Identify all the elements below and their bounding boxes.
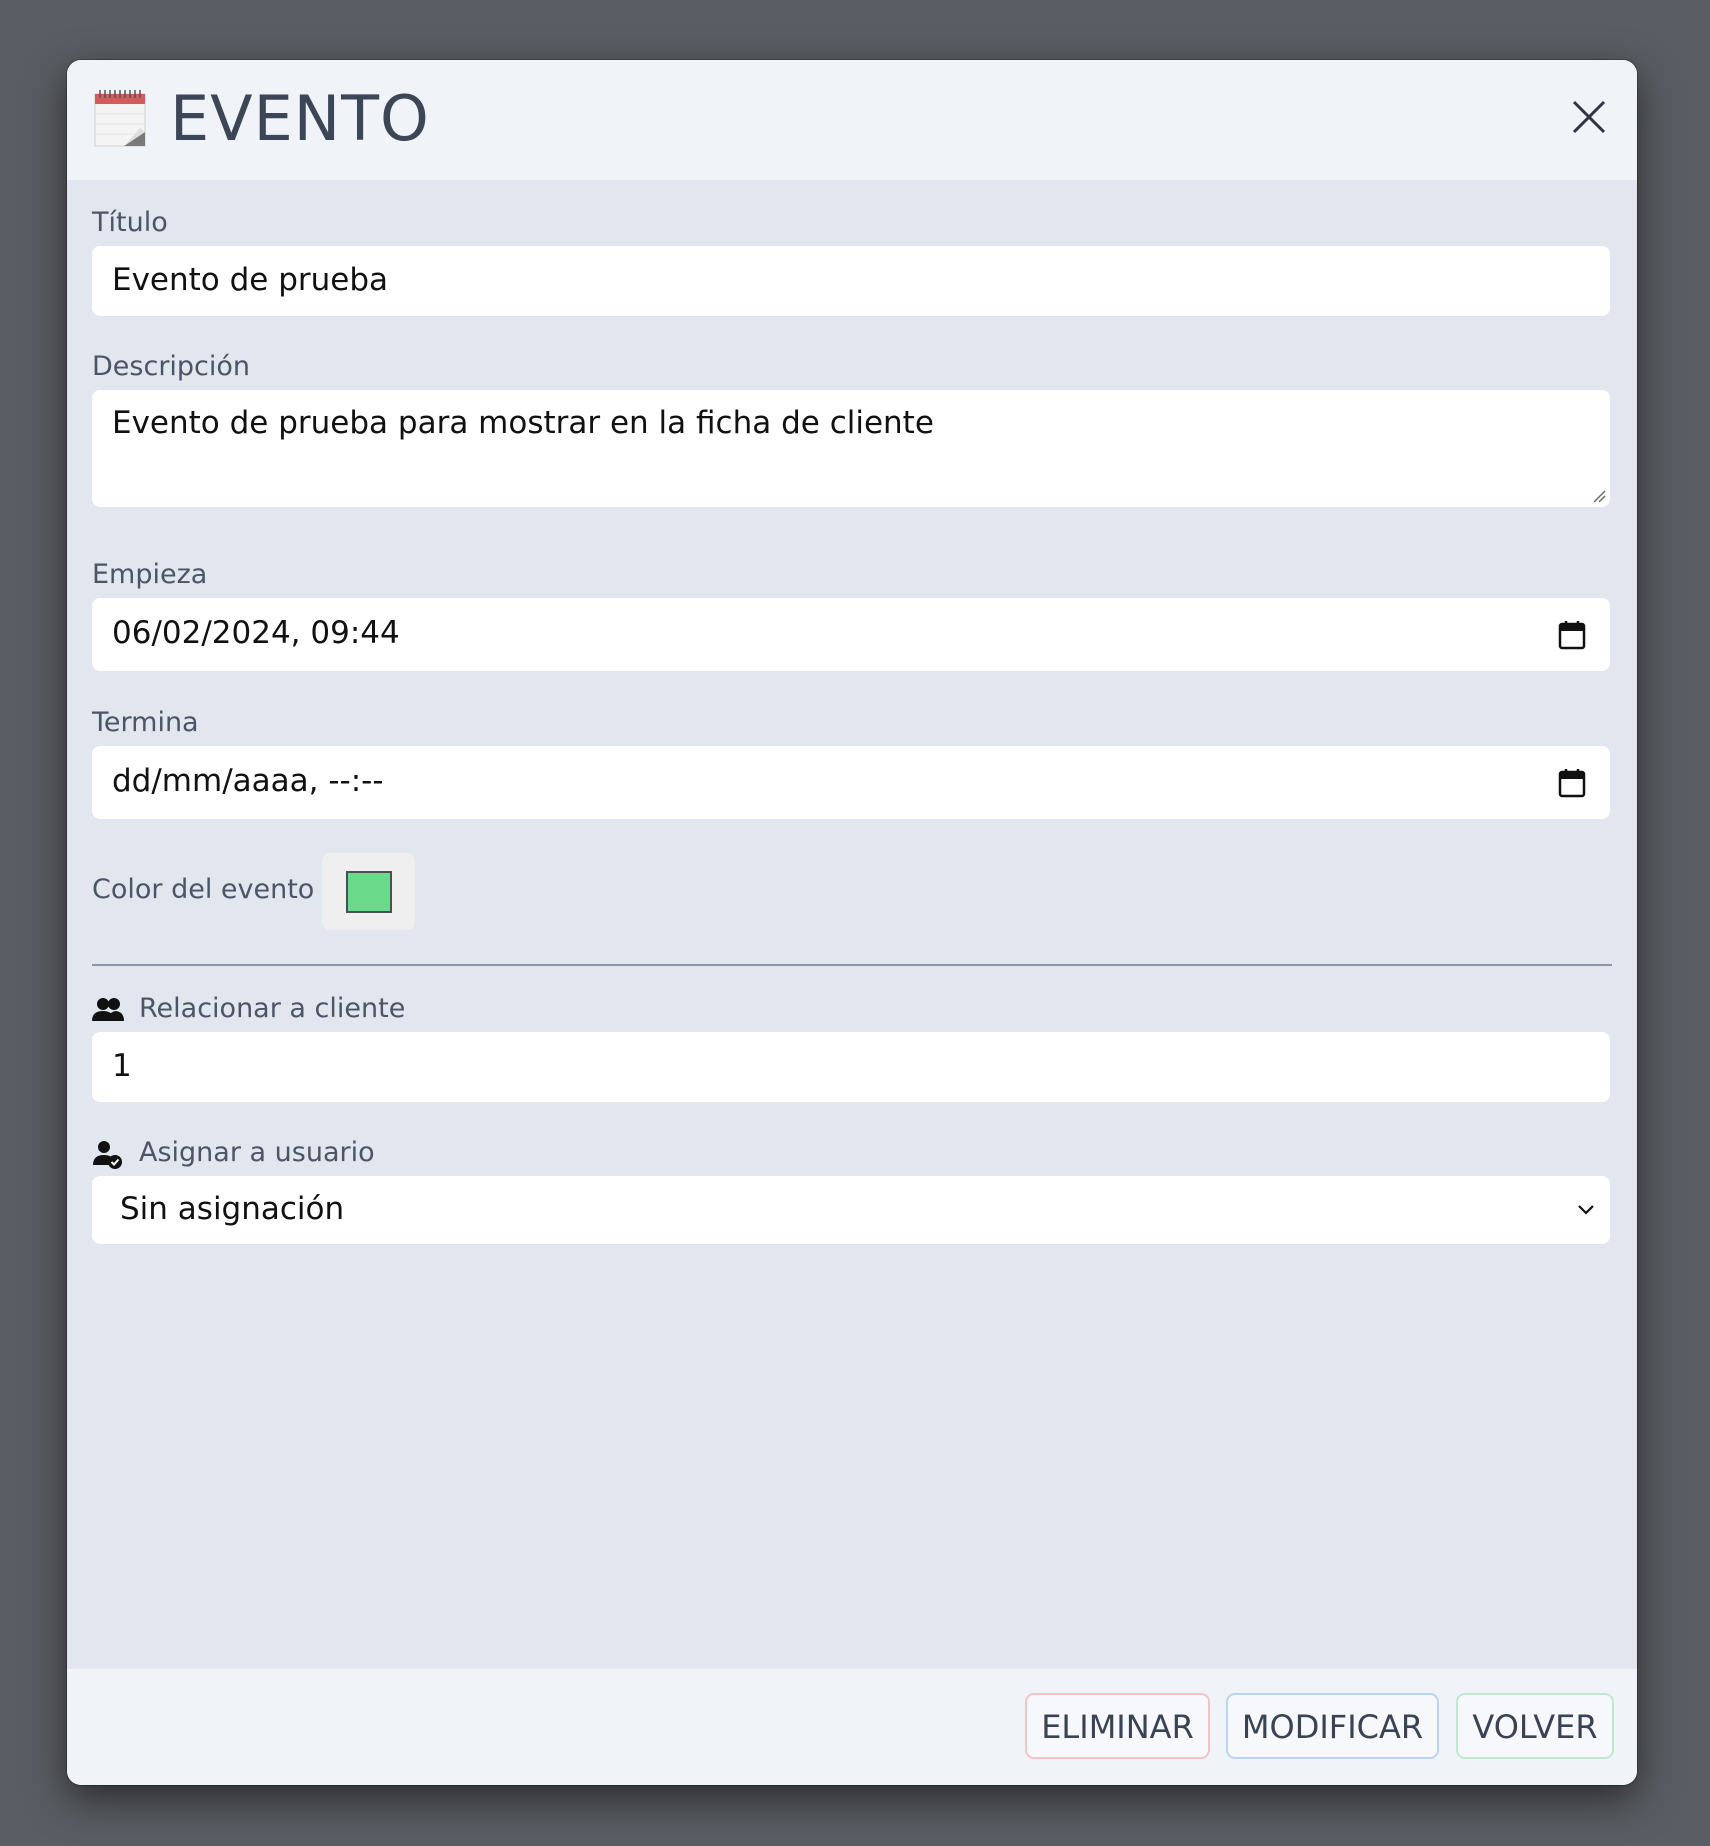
color-picker-button[interactable] [322, 853, 415, 930]
chevron-down-icon [1578, 1205, 1594, 1215]
titulo-value: Evento de prueba [112, 262, 389, 298]
empieza-value: 06/02/2024, 09:44 [112, 615, 400, 651]
calendar-picker-icon[interactable] [1558, 768, 1586, 798]
termina-datetime-input[interactable]: dd/mm/aaaa, --:-- [92, 746, 1610, 819]
usuario-select[interactable]: Sin asignación [92, 1176, 1610, 1244]
cliente-label: Relacionar a cliente [139, 993, 406, 1024]
modal-title: EVENTO [170, 82, 430, 155]
termina-label: Termina [92, 707, 199, 738]
descripcion-label: Descripción [92, 351, 251, 382]
color-label: Color del evento [92, 874, 315, 905]
titulo-label: Título [92, 207, 168, 238]
volver-button[interactable]: VOLVER [1456, 1693, 1614, 1759]
calendar-icon [94, 90, 146, 147]
users-icon [92, 998, 124, 1021]
cliente-value: 1 [112, 1048, 132, 1084]
resize-handle-icon[interactable] [1590, 487, 1606, 503]
descripcion-textarea[interactable]: Evento de prueba para mostrar en la fich… [92, 390, 1610, 507]
usuario-selected: Sin asignación [120, 1191, 345, 1227]
eliminar-button[interactable]: ELIMINAR [1025, 1693, 1210, 1759]
empieza-datetime-input[interactable]: 06/02/2024, 09:44 [92, 598, 1610, 671]
titulo-input[interactable]: Evento de prueba [92, 246, 1610, 316]
calendar-picker-icon[interactable] [1558, 620, 1586, 650]
user-check-icon [93, 1141, 122, 1169]
color-swatch [346, 871, 392, 913]
modal-footer: ELIMINAR MODIFICAR VOLVER [67, 1669, 1637, 1785]
event-modal: EVENTO Título Evento de prueba Descripci… [67, 60, 1637, 1785]
empieza-label: Empieza [92, 559, 208, 590]
usuario-label: Asignar a usuario [139, 1137, 375, 1168]
close-icon[interactable] [1569, 97, 1609, 137]
cliente-input[interactable]: 1 [92, 1032, 1610, 1102]
divider [92, 964, 1612, 966]
descripcion-value: Evento de prueba para mostrar en la fich… [112, 405, 934, 441]
modificar-button[interactable]: MODIFICAR [1226, 1693, 1439, 1759]
termina-placeholder: dd/mm/aaaa, --:-- [112, 763, 384, 799]
modal-header: EVENTO [67, 60, 1637, 180]
